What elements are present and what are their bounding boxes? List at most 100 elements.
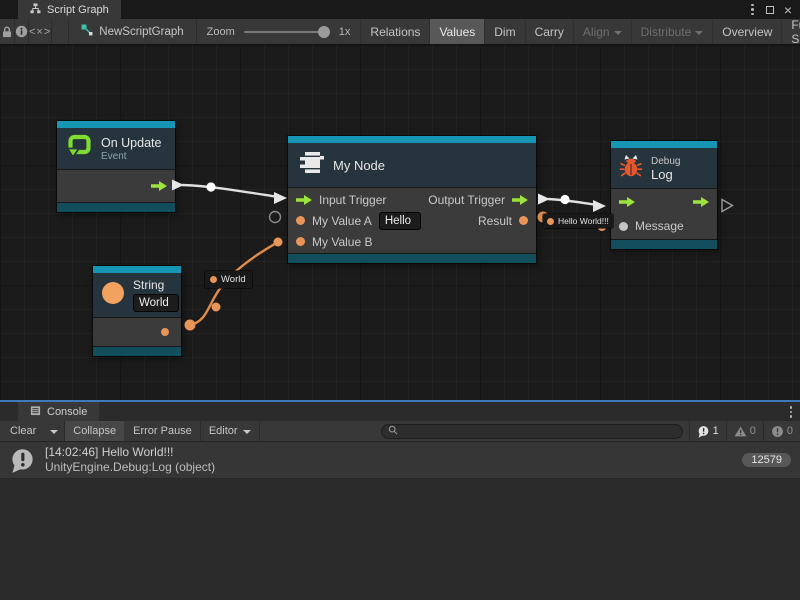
window-maximize-icon[interactable] — [766, 6, 774, 14]
console-tab-bar: Console — [0, 402, 800, 421]
script-graph-tab-icon — [30, 3, 41, 17]
info-icon[interactable] — [15, 19, 29, 44]
console-menu-icon[interactable] — [788, 404, 795, 420]
console-tab-icon — [30, 405, 41, 419]
my-value-a-port[interactable] — [296, 216, 305, 225]
overview-button[interactable]: Overview — [712, 19, 781, 44]
clear-dropdown-button[interactable] — [44, 421, 65, 441]
tab-label: Script Graph — [47, 4, 109, 16]
window-controls: × — [749, 0, 800, 19]
node-subtitle: Event — [101, 151, 161, 162]
warning-triangle-icon — [734, 425, 747, 438]
wire-on-update-to-my-node — [182, 185, 278, 197]
port-label: My Value B — [312, 235, 372, 249]
message-port[interactable] — [619, 222, 628, 231]
wire-source-arrow — [538, 194, 550, 205]
node-debug-log[interactable]: Debug Log Message — [611, 141, 717, 249]
wire-my-node-to-debug-log — [548, 199, 598, 205]
wire-arrowhead — [593, 200, 606, 212]
node-title: On Update — [101, 136, 161, 150]
node-title: My Node — [333, 158, 385, 173]
node-header: String — [93, 273, 181, 318]
tab-console[interactable]: Console — [18, 402, 99, 421]
lock-icon[interactable] — [0, 19, 15, 44]
wire-flow-dot — [560, 195, 569, 204]
error-pause-button[interactable]: Error Pause — [125, 421, 201, 441]
console-search-input[interactable] — [402, 425, 676, 437]
unconnected-port-circle — [270, 212, 281, 223]
window-tab-bar: Script Graph × — [0, 0, 800, 19]
output-trigger-port[interactable] — [512, 195, 528, 205]
zoom-slider-handle[interactable] — [318, 26, 330, 38]
console-log-list: [14:02:46] Hello World!!! UnityEngine.De… — [0, 442, 800, 479]
flow-continuation-triangle — [722, 200, 733, 212]
node-header: On Update Event — [57, 128, 175, 170]
graph-canvas[interactable]: On Update Event My Node — [0, 45, 800, 400]
error-count-button[interactable]: 0 — [763, 421, 800, 441]
port-label: My Value A — [312, 214, 372, 228]
values-button[interactable]: Values — [429, 19, 484, 44]
port-label: Output Trigger — [428, 193, 505, 207]
node-title: String — [133, 278, 179, 292]
console-panel: Console Clear Collapse Error Pause Edito… — [0, 400, 800, 600]
editor-dropdown-button[interactable]: Editor — [201, 421, 260, 441]
bug-icon — [619, 153, 643, 183]
unity-visual-scripting-window: Script Graph × <×> NewScriptGraph Zoom 1… — [0, 0, 800, 600]
clear-button[interactable]: Clear — [2, 421, 44, 441]
console-toolbar: Clear Collapse Error Pause Editor 1 0 — [0, 421, 800, 442]
full-screen-button[interactable]: Full S — [781, 19, 800, 44]
graph-name: NewScriptGraph — [99, 26, 183, 38]
node-category: Debug — [651, 156, 680, 167]
warning-count-button[interactable]: 0 — [726, 421, 763, 441]
chevron-down-icon — [50, 430, 58, 434]
log-output-trigger-port[interactable] — [693, 197, 709, 207]
tab-script-graph[interactable]: Script Graph — [18, 0, 121, 19]
value-dot-icon — [210, 276, 217, 283]
port-label: Result — [478, 214, 512, 228]
my-value-a-input[interactable] — [379, 212, 421, 230]
log-count-button[interactable]: 1 — [689, 421, 726, 441]
node-on-update[interactable]: On Update Event — [57, 121, 175, 212]
string-output-port[interactable] — [93, 319, 181, 345]
port-row: Input Trigger Output Trigger — [288, 189, 536, 210]
collapse-count-badge: 12579 — [742, 453, 791, 467]
relations-button[interactable]: Relations — [360, 19, 429, 44]
code-icon[interactable]: <×> — [29, 19, 52, 44]
graph-selector[interactable]: NewScriptGraph — [68, 19, 196, 44]
chevron-down-icon — [695, 31, 703, 35]
port-label: Input Trigger — [319, 193, 386, 207]
node-accent-stripe — [57, 121, 175, 128]
wire-arrowhead — [274, 192, 287, 204]
carry-button[interactable]: Carry — [525, 19, 573, 44]
console-search[interactable] — [381, 424, 683, 439]
dim-button[interactable]: Dim — [484, 19, 524, 44]
error-circle-icon — [771, 425, 784, 438]
on-update-loop-icon — [66, 133, 93, 164]
node-my-node[interactable]: My Node Input Trigger Output Trigger My … — [288, 136, 536, 263]
log-stack-trace: UnityEngine.Debug:Log (object) — [45, 460, 215, 475]
wire-value-chip-hello-world: Hello World!!! — [543, 214, 613, 228]
port-row: My Value A Result — [288, 210, 536, 231]
collapse-button[interactable]: Collapse — [65, 421, 125, 441]
node-string[interactable]: String — [93, 266, 181, 356]
window-close-icon[interactable]: × — [784, 3, 792, 17]
distribute-button[interactable]: Distribute — [631, 19, 713, 44]
wire-value-chip-world: World — [205, 271, 252, 288]
string-value-input[interactable] — [133, 294, 179, 312]
log-input-trigger-port[interactable] — [619, 197, 635, 207]
window-menu-icon[interactable] — [749, 2, 756, 18]
unit-icon — [299, 151, 325, 179]
wire-flow-dot — [206, 182, 215, 191]
trigger-output-port[interactable] — [57, 171, 175, 201]
align-button[interactable]: Align — [573, 19, 631, 44]
node-accent-stripe — [288, 136, 536, 143]
input-trigger-port[interactable] — [296, 195, 312, 205]
port-row: Message — [611, 214, 717, 238]
node-title: Log — [651, 167, 680, 182]
result-port[interactable] — [519, 216, 528, 225]
zoom-slider[interactable] — [244, 31, 330, 33]
search-icon — [388, 425, 398, 438]
my-value-b-port[interactable] — [296, 237, 305, 246]
console-entry[interactable]: [14:02:46] Hello World!!! UnityEngine.De… — [0, 442, 800, 479]
info-bubble-icon — [697, 425, 710, 438]
